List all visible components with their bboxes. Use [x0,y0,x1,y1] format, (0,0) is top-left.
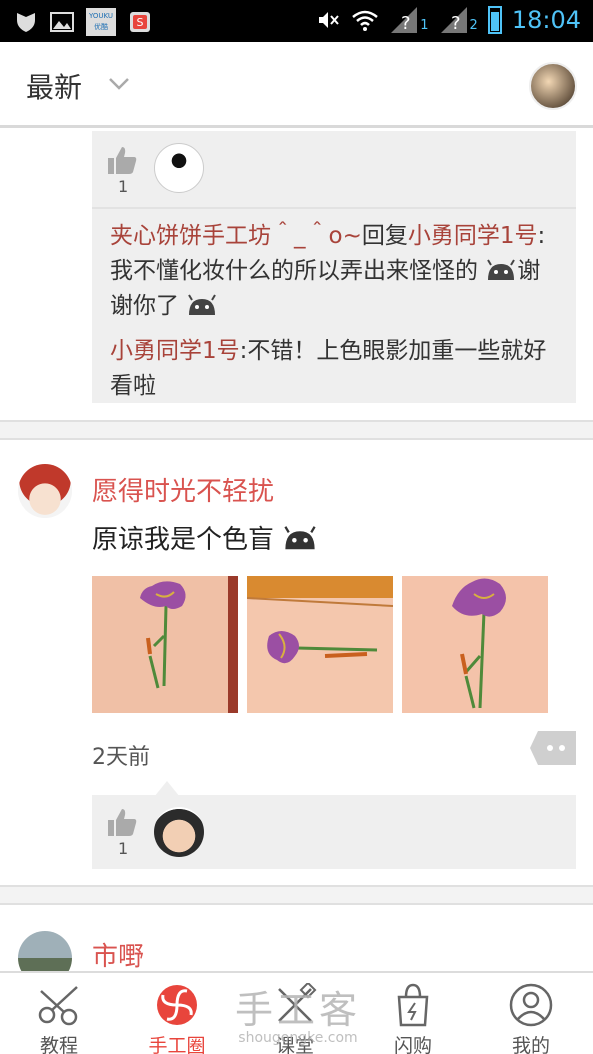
post-divider [0,420,593,440]
watermark-title: 手工客 [234,988,361,1032]
thumbs-up-icon[interactable] [106,145,138,175]
like-bar: 1 [92,131,576,207]
chevron-down-icon[interactable] [108,72,130,94]
svg-text:?: ? [451,13,461,33]
reply-item[interactable]: 小勇同学1号:不错！上色眼影加重一些就好看啦 [110,334,560,404]
wifi-icon [352,10,379,31]
like-count: 1 [118,839,129,858]
like-bar: 1 [92,795,576,869]
tab-label: 我的 [511,1035,550,1054]
post-author-name[interactable]: 市嘢 [92,936,144,971]
watermark: 手工客 shougongke.com [228,979,368,1049]
thumbs-up-icon[interactable] [106,807,138,837]
tab-craft-circle[interactable]: 手工圈 [118,973,236,1054]
svg-text:?: ? [401,13,411,33]
battery-icon [487,6,502,34]
post-timestamp: 2天前 [92,745,150,770]
android-emoji-icon [487,259,516,280]
status-bar: YOUKU 优酷 S ? 1 ? 2 18:04 [0,0,593,42]
post-author-avatar[interactable] [18,931,72,971]
post-photo[interactable] [92,576,238,713]
liker-avatar[interactable] [154,143,204,193]
profile-icon [509,983,553,1027]
post-photo[interactable] [402,576,548,713]
reply-author[interactable]: 小勇同学1号 [110,338,240,364]
tab-tutorials[interactable]: 教程 [0,973,118,1054]
pointer-notch [154,781,180,797]
tab-label: 手工圈 [148,1035,206,1054]
shield-icon [17,13,35,32]
user-avatar[interactable] [529,62,577,110]
shopping-bag-icon [397,983,429,1027]
tab-label: 闪购 [393,1035,432,1054]
watermark-url: shougongke.com [238,1030,358,1046]
feed-list[interactable]: 1 夹心饼饼手工坊＾_＾o~回复小勇同学1号: 我不懂化妆什么的所以弄出来怪怪的… [0,131,593,971]
signal-2-icon: ? 2 [439,7,478,33]
flower-icon [157,985,197,1025]
tab-flash-sale[interactable]: 闪购 [354,973,472,1054]
sogou-icon: S [130,12,150,32]
post-divider [0,885,593,905]
reply-target[interactable]: 小勇同学1号 [408,223,538,249]
svg-text:S: S [137,16,144,29]
reply-action: 回复 [361,223,408,249]
post-text: 原谅我是个色盲 [92,519,318,556]
tab-me[interactable]: 我的 [472,973,590,1054]
post-photo[interactable] [247,576,393,713]
comment-icon[interactable] [530,731,576,765]
tab-label: 教程 [39,1035,78,1054]
youku-icon: YOUKU 优酷 [86,8,116,36]
like-count: 1 [118,177,129,196]
android-emoji-icon [188,294,217,315]
reply-list: 夹心饼饼手工坊＾_＾o~回复小勇同学1号: 我不懂化妆什么的所以弄出来怪怪的 谢… [92,207,576,403]
post-author-name[interactable]: 愿得时光不轻扰 [92,471,274,508]
app-header: 最新 [0,42,593,128]
liker-avatar[interactable] [154,807,204,857]
scissors-icon [38,986,78,1026]
bottom-nav: 教程 手工圈 课堂 闪购 我的 手工客 shougongke.com [0,971,593,1054]
status-time: 18:04 [511,6,581,34]
reply-author[interactable]: 夹心饼饼手工坊＾_＾o~ [110,223,362,249]
signal-1-icon: ? 1 [389,7,429,33]
android-emoji-icon [284,526,316,550]
post-text-body: 原谅我是个色盲 [92,525,275,555]
mute-icon [319,12,340,28]
post-author-avatar[interactable] [18,464,72,518]
reply-item[interactable]: 夹心饼饼手工坊＾_＾o~回复小勇同学1号: 我不懂化妆什么的所以弄出来怪怪的 谢… [110,219,560,324]
image-icon [50,12,74,32]
feed-filter-label[interactable]: 最新 [26,66,82,106]
